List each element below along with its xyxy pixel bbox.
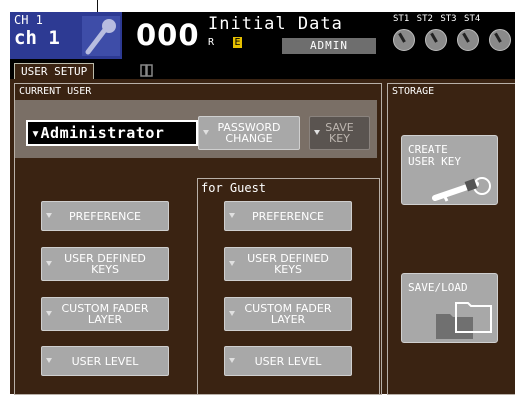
guest-user-level-button[interactable]: USER LEVEL (224, 346, 352, 376)
password-change-button[interactable]: PASSWORD CHANGE (198, 116, 300, 150)
triangle-down-icon (229, 213, 235, 218)
save-key-button[interactable]: SAVE KEY (309, 116, 370, 150)
triangle-down-icon (314, 130, 320, 135)
storage-panel (387, 83, 515, 395)
guest-user-level-label: USER LEVEL (254, 354, 322, 368)
create-user-key-line2: USER KEY (408, 155, 461, 168)
guest-custom-fader-layer-line2: LAYER (270, 313, 306, 326)
triangle-down-icon: ▾ (31, 124, 41, 142)
scene-title: Initial Data (208, 14, 343, 34)
guest-custom-fader-layer-button[interactable]: CUSTOM FADER LAYER (224, 297, 352, 331)
microphone-icon (82, 16, 120, 56)
triangle-down-icon (229, 358, 235, 363)
current-user-label: CURRENT USER (19, 86, 92, 97)
custom-fader-layer-line2: LAYER (87, 313, 123, 326)
save-load-label: SAVE/LOAD (408, 281, 468, 294)
user-level-button[interactable]: USER LEVEL (41, 346, 169, 376)
user-defined-keys-button[interactable]: USER DEFINED KEYS (41, 247, 169, 281)
preference-button[interactable]: PREFERENCE (41, 201, 169, 231)
scene-number[interactable]: 000 (136, 18, 200, 52)
storage-label: STORAGE (392, 86, 435, 97)
triangle-down-icon (229, 261, 235, 266)
scene-flag-r: R (208, 37, 215, 48)
guest-preference-label: PREFERENCE (252, 209, 324, 223)
folder-icon (436, 302, 492, 339)
channel-box[interactable]: CH 1 ch 1 (10, 12, 122, 59)
preference-label: PREFERENCE (69, 209, 141, 223)
save-load-button[interactable]: SAVE/LOAD (401, 273, 498, 343)
password-change-line2: CHANGE (225, 132, 273, 145)
scene-edit-flag: E (233, 37, 242, 48)
triangle-down-icon (229, 311, 235, 316)
tab-user-setup[interactable]: USER SETUP (14, 63, 95, 80)
triangle-down-icon (46, 311, 52, 316)
triangle-down-icon (203, 130, 209, 135)
channel-name: ch 1 (14, 27, 60, 49)
triangle-down-icon (46, 261, 52, 266)
channel-number: CH 1 (14, 13, 43, 27)
user-level-label: USER LEVEL (71, 354, 139, 368)
st4-knob[interactable] (489, 29, 511, 51)
triangle-down-icon (46, 358, 52, 363)
st2-knob[interactable] (425, 29, 447, 51)
save-key-line2: KEY (329, 132, 350, 145)
tab-bar: USER SETUP (10, 62, 515, 80)
guest-label: for Guest (201, 181, 267, 195)
user-defined-keys-line2: KEYS (91, 263, 119, 276)
header-bar: CH 1 ch 1 000 Initial Data R E ADMIN ST1… (10, 12, 515, 62)
key-icon (432, 177, 491, 202)
stereo-labels: ST1 ST2 ST3 ST4 (393, 14, 481, 24)
st3-knob[interactable] (457, 29, 479, 51)
selected-user: Administrator (40, 124, 165, 142)
triangle-down-icon (46, 213, 52, 218)
guest-user-defined-keys-button[interactable]: USER DEFINED KEYS (224, 247, 352, 281)
custom-fader-layer-button[interactable]: CUSTOM FADER LAYER (41, 297, 169, 331)
user-select-dropdown[interactable]: ▾Administrator (26, 120, 198, 146)
current-user-indicator[interactable]: ADMIN (282, 38, 376, 54)
st1-knob[interactable] (393, 29, 415, 51)
create-user-key-button[interactable]: CREATE USER KEY (401, 135, 498, 205)
guest-user-defined-keys-line2: KEYS (274, 263, 302, 276)
book-icon[interactable] (140, 64, 154, 77)
guest-preference-button[interactable]: PREFERENCE (224, 201, 352, 231)
